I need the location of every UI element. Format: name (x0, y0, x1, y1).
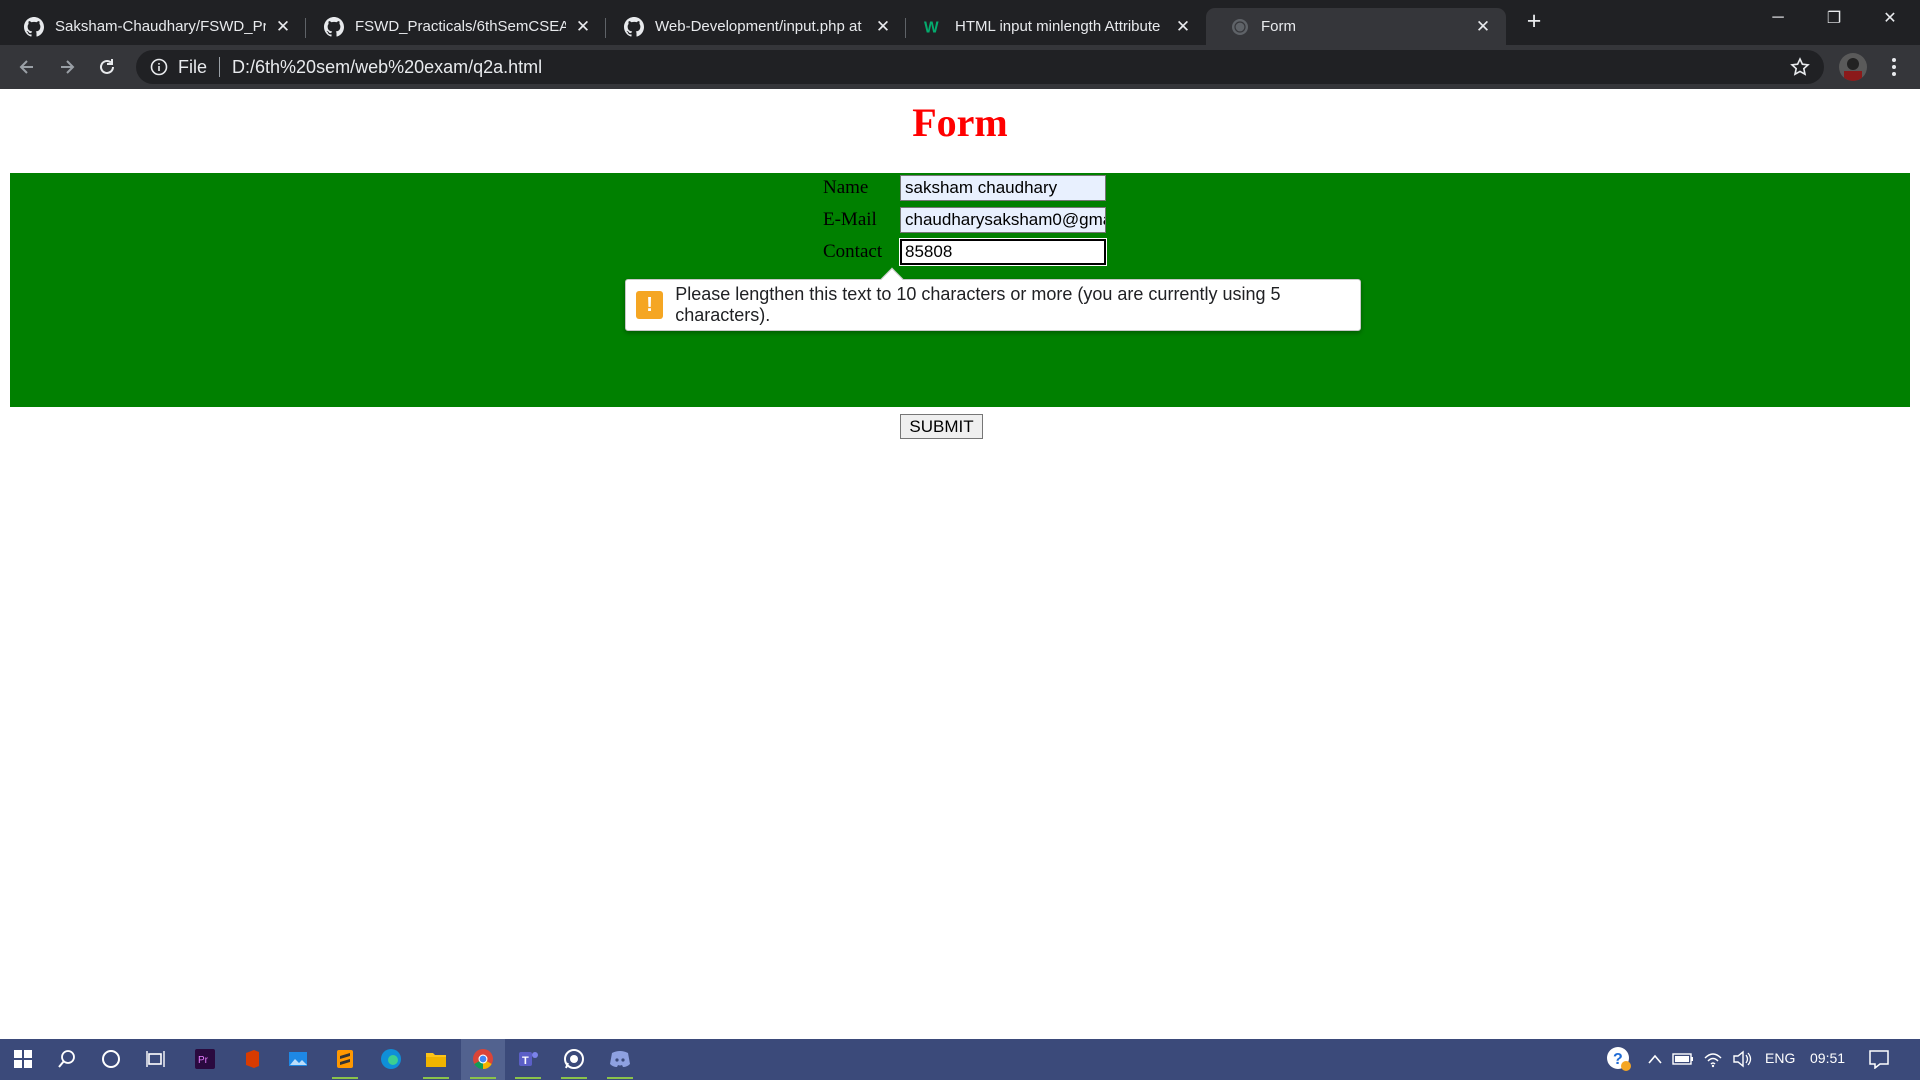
profile-avatar[interactable] (1839, 53, 1867, 81)
close-tab-icon[interactable]: ✕ (1474, 17, 1492, 37)
browser-menu-icon[interactable] (1882, 55, 1906, 79)
forward-button[interactable] (52, 52, 82, 82)
tab-title: Form (1261, 18, 1296, 35)
tab-title: Saksham-Chaudhary/FSWD_Practicals (55, 18, 266, 35)
tab-form-active[interactable]: Form ✕ (1206, 8, 1506, 45)
url-scheme-label: File (178, 56, 208, 77)
address-bar[interactable]: File D:/6th%20sem/web%20exam/q2a.html (136, 50, 1824, 84)
close-tab-icon[interactable]: ✕ (1174, 17, 1192, 37)
github-icon (624, 16, 644, 37)
teams-icon[interactable]: T (513, 1044, 543, 1079)
volume-icon[interactable] (1727, 1044, 1757, 1074)
search-icon[interactable] (52, 1044, 82, 1074)
github-icon (324, 16, 344, 37)
page-title: Form (912, 100, 1008, 145)
warning-icon: ! (636, 291, 664, 319)
help-icon[interactable]: ? (1604, 1044, 1634, 1074)
tab-strip: Saksham-Chaudhary/FSWD_Practicals ✕ FSWD… (0, 0, 1920, 45)
tab-title: Web-Development/input.php at master (655, 18, 866, 35)
notification-icon[interactable] (1864, 1044, 1894, 1074)
url-text[interactable]: D:/6th%20sem/web%20exam/q2a.html (232, 57, 542, 78)
contact-label: Contact (823, 241, 883, 262)
svg-text:Pr: Pr (198, 1055, 209, 1066)
contact-input[interactable]: 85808 (899, 238, 1107, 266)
office-icon[interactable] (237, 1044, 267, 1074)
running-indicator (515, 1077, 541, 1079)
system-clock[interactable]: 09:51 (1810, 1050, 1845, 1066)
name-input[interactable]: saksham chaudhary (900, 175, 1106, 201)
edge-icon[interactable] (376, 1044, 406, 1074)
close-tab-icon[interactable]: ✕ (574, 17, 592, 37)
battery-icon[interactable] (1668, 1044, 1698, 1074)
submit-button[interactable]: SUBMIT (900, 414, 983, 439)
back-button[interactable] (12, 52, 42, 82)
running-indicator (332, 1077, 358, 1079)
validation-message: Please lengthen this text to 10 characte… (675, 284, 1281, 325)
running-indicator (561, 1077, 587, 1079)
reload-icon (100, 59, 114, 74)
bookmark-star-icon[interactable] (1790, 57, 1810, 77)
windows-start-icon[interactable] (8, 1044, 38, 1074)
email-label: E-Mail (823, 209, 877, 230)
page-content: Form Name saksham chaudhary E-Mail chaud… (0, 89, 1920, 1039)
w3schools-icon: W (924, 17, 944, 37)
browser-toolbar: File D:/6th%20sem/web%20exam/q2a.html (0, 45, 1920, 89)
running-indicator (607, 1077, 633, 1079)
tab-github-2[interactable]: FSWD_Practicals/6thSemCSEAB.php ✕ (300, 8, 606, 45)
tab-title: HTML input minlength Attribute (955, 18, 1161, 35)
email-input[interactable]: chaudharysaksham0@gmail.com (900, 207, 1106, 233)
svg-text:T: T (522, 1055, 529, 1067)
sublime-text-icon[interactable] (330, 1044, 360, 1079)
globe-icon (1230, 17, 1250, 37)
discord-icon[interactable] (605, 1044, 635, 1079)
close-tab-icon[interactable]: ✕ (274, 17, 292, 37)
validation-tooltip: ! Please lengthen this text to 10 charac… (625, 267, 1361, 331)
premiere-pro-icon[interactable]: Pr (190, 1044, 220, 1074)
file-explorer-icon[interactable] (421, 1044, 451, 1079)
running-indicator (470, 1077, 496, 1079)
minimize-button[interactable]: ─ (1750, 0, 1806, 36)
forward-arrow-icon (61, 60, 75, 74)
address-divider (219, 57, 221, 77)
whatsapp-icon[interactable] (559, 1044, 589, 1079)
tab-github-1[interactable]: Saksham-Chaudhary/FSWD_Practicals ✕ (0, 8, 306, 45)
info-icon[interactable] (150, 58, 168, 76)
tab-title: FSWD_Practicals/6thSemCSEAB.php (355, 18, 566, 35)
input-language[interactable]: ENG (1765, 1050, 1795, 1066)
back-arrow-icon (19, 60, 33, 74)
windows-taskbar: Pr T ? ENG 09:51 (0, 1039, 1920, 1080)
tab-w3schools[interactable]: W HTML input minlength Attribute ✕ (900, 8, 1206, 45)
reload-button[interactable] (92, 52, 122, 82)
photos-icon[interactable] (283, 1044, 313, 1074)
running-indicator (423, 1077, 449, 1079)
svg-text:W: W (924, 19, 939, 36)
close-tab-icon[interactable]: ✕ (874, 17, 892, 37)
tab-github-3[interactable]: Web-Development/input.php at master ✕ (600, 8, 906, 45)
restore-button[interactable]: ❐ (1806, 0, 1862, 36)
name-label: Name (823, 177, 869, 198)
task-view-icon[interactable] (141, 1044, 171, 1074)
window-close-button[interactable]: ✕ (1862, 0, 1918, 36)
chrome-icon[interactable] (468, 1044, 498, 1079)
new-tab-button[interactable]: + (1520, 8, 1548, 36)
chevron-up-icon[interactable] (1640, 1044, 1670, 1074)
cortana-icon[interactable] (96, 1044, 126, 1074)
wifi-icon[interactable] (1698, 1044, 1728, 1074)
github-icon (24, 16, 44, 37)
